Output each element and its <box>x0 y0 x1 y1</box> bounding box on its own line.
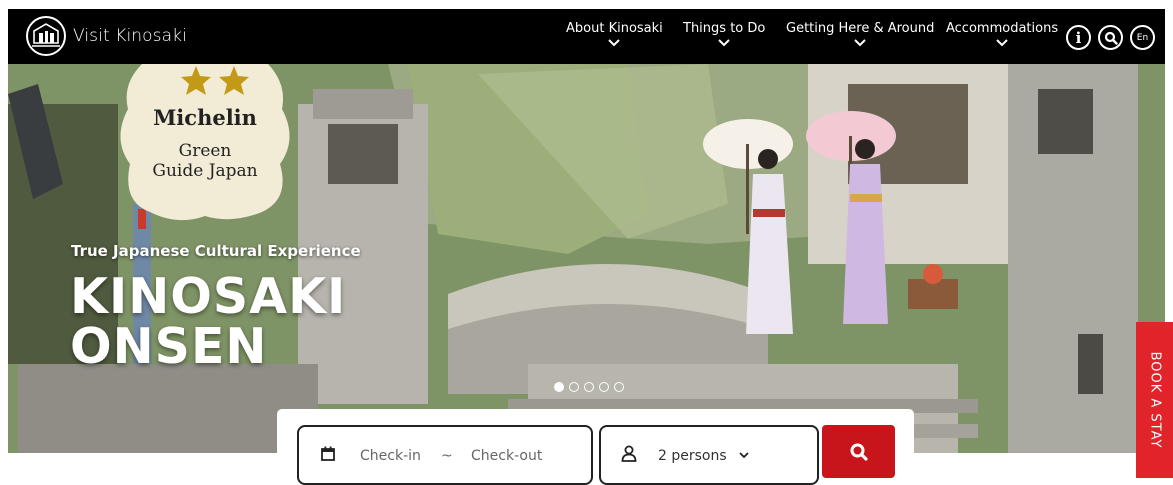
language-selector[interactable]: En <box>1130 25 1155 50</box>
nav-label: Accommodations <box>946 21 1059 36</box>
search-icon <box>850 443 868 461</box>
nav-things-to-do[interactable]: Things to Do <box>683 21 765 47</box>
book-a-stay-label: BOOK A STAY <box>1147 351 1162 449</box>
nav-label: Getting Here & Around <box>786 21 935 36</box>
site-name[interactable]: Visit Kinosaki <box>73 26 187 46</box>
checkout-field[interactable]: Check-out <box>471 448 542 464</box>
book-a-stay-tab[interactable]: BOOK A STAY <box>1136 322 1173 478</box>
hero-banner: Michelin Green Guide Japan True Japanese… <box>8 64 1165 453</box>
kinosaki-logo-icon[interactable] <box>25 15 67 57</box>
nav-getting-here-around[interactable]: Getting Here & Around <box>786 21 934 47</box>
hero-tagline: True Japanese Cultural Experience <box>71 242 361 260</box>
chevron-down-icon <box>718 39 730 47</box>
search-icon[interactable] <box>1098 25 1123 50</box>
info-icon[interactable]: i <box>1066 25 1091 50</box>
hero-title-line2: ONSEN <box>70 318 268 375</box>
checkin-field[interactable]: Check-in <box>360 448 421 464</box>
booking-panel: Check-in ~ Check-out 2 persons <box>277 409 914 485</box>
date-separator: ~ <box>441 448 453 464</box>
chevron-down-icon <box>739 452 749 459</box>
calendar-icon <box>321 446 335 461</box>
top-navigation-bar: Visit Kinosaki About Kinosaki Things to … <box>8 9 1165 64</box>
date-range-field[interactable]: Check-in ~ Check-out <box>297 425 593 485</box>
nav-accommodations[interactable]: Accommodations <box>946 21 1058 47</box>
slide-dot-4[interactable] <box>599 382 609 392</box>
person-icon <box>621 445 637 462</box>
persons-value: 2 persons <box>658 448 727 464</box>
nav-label: About Kinosaki <box>566 21 663 36</box>
hero-title-line1: KINOSAKI <box>70 268 347 325</box>
chevron-down-icon <box>608 39 621 47</box>
magnifier-glyph <box>1104 31 1118 45</box>
slide-dot-2[interactable] <box>569 382 579 392</box>
chevron-down-icon <box>996 39 1008 47</box>
persons-selector[interactable]: 2 persons <box>599 425 819 485</box>
search-button[interactable] <box>822 425 895 478</box>
nav-about-kinosaki[interactable]: About Kinosaki <box>566 21 663 47</box>
slide-dot-5[interactable] <box>614 382 624 392</box>
badge-line-guide-japan: Guide Japan <box>152 161 258 181</box>
badge-line-green: Green <box>178 141 232 161</box>
slide-dot-3[interactable] <box>584 382 594 392</box>
badge-line-michelin: Michelin <box>153 105 257 130</box>
hero-title: KINOSAKI ONSEN <box>70 272 346 372</box>
slide-indicator <box>554 382 624 392</box>
slide-dot-1[interactable] <box>554 382 564 392</box>
nav-label: Things to Do <box>683 21 766 36</box>
chevron-down-icon <box>854 39 866 47</box>
